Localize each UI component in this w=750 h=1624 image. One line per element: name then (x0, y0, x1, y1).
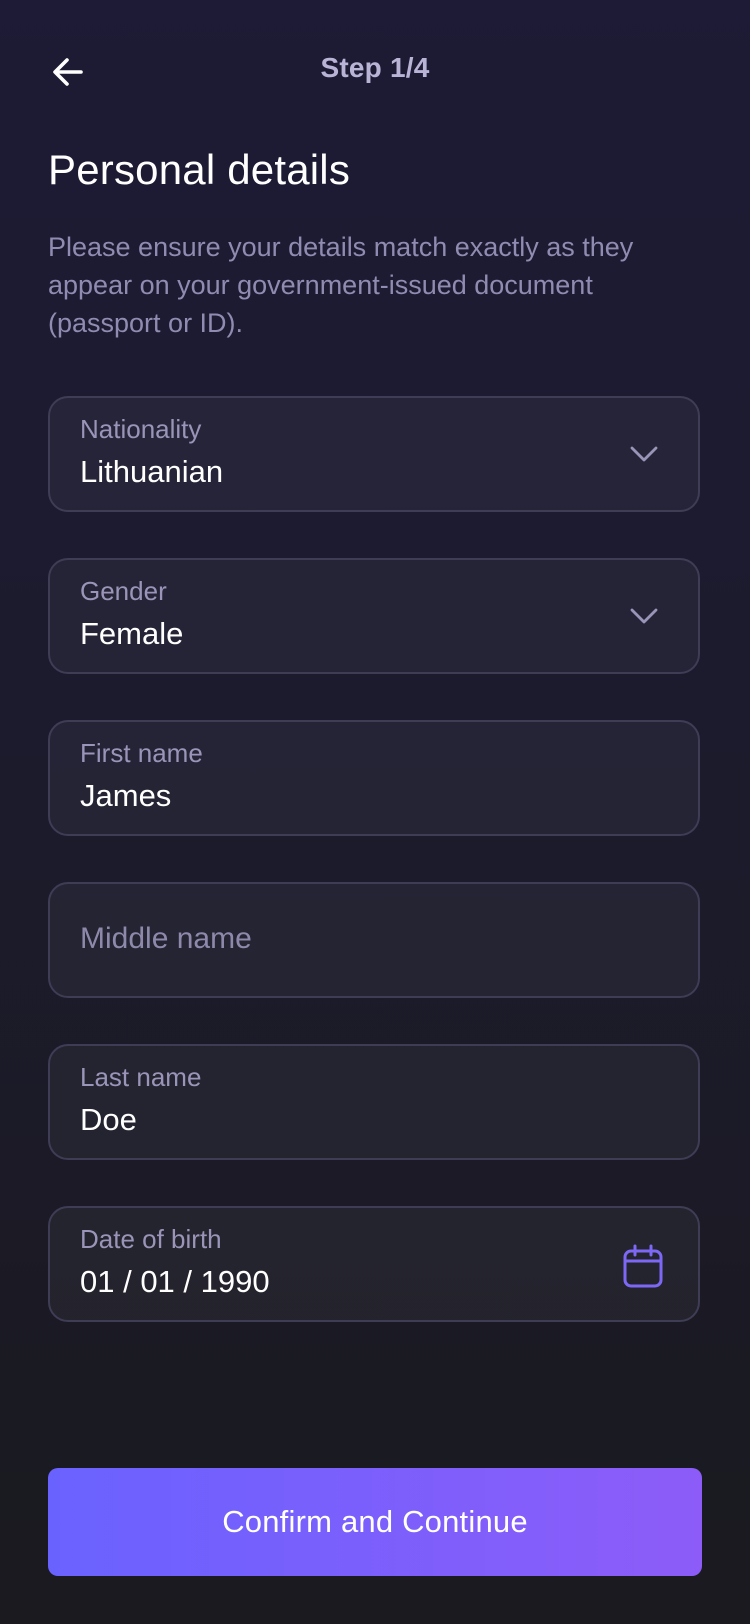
calendar-icon[interactable] (622, 1244, 664, 1290)
chevron-down-icon (630, 608, 658, 624)
page-subtitle: Please ensure your details match exactly… (48, 232, 634, 338)
middle-name-placeholder: Middle name (80, 922, 252, 955)
first-name-label: First name (80, 738, 203, 768)
step-indicator: Step 1/4 (320, 52, 430, 83)
page-title: Personal details (48, 146, 351, 193)
date-of-birth-field[interactable]: Date of birth 01 / 01 / 1990 (48, 1206, 700, 1322)
first-name-value: James (80, 778, 172, 813)
last-name-label: Last name (80, 1062, 202, 1092)
gender-value: Female (80, 616, 184, 651)
last-name-value: Doe (80, 1102, 137, 1137)
gender-label: Gender (80, 576, 167, 606)
nationality-value: Lithuanian (80, 454, 224, 489)
nationality-select[interactable]: Nationality Lithuanian (48, 396, 700, 512)
nationality-label: Nationality (80, 414, 202, 444)
confirm-and-continue-button[interactable]: Confirm and Continue (48, 1468, 702, 1576)
chevron-down-icon (630, 446, 658, 462)
confirm-button-label: Confirm and Continue (222, 1504, 528, 1539)
date-of-birth-label: Date of birth (80, 1224, 222, 1254)
gender-select[interactable]: Gender Female (48, 558, 700, 674)
date-of-birth-value: 01 / 01 / 1990 (80, 1264, 270, 1299)
last-name-field[interactable]: Last name Doe (48, 1044, 700, 1160)
header: Step 1/4 (0, 0, 750, 144)
middle-name-field[interactable]: Middle name (48, 882, 700, 998)
first-name-field[interactable]: First name James (48, 720, 700, 836)
